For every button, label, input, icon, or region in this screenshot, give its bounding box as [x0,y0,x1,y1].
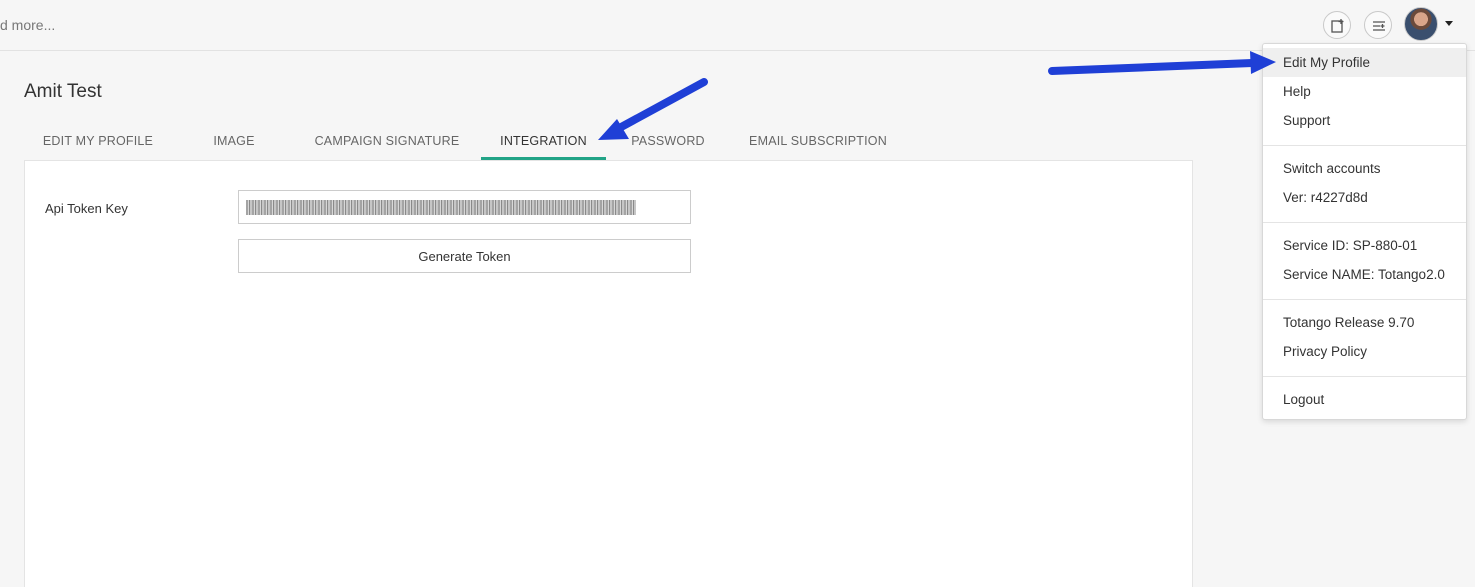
menu-divider [1263,376,1466,377]
page-title: Amit Test [24,81,102,102]
tab-email-subscription[interactable]: EMAIL SUBSCRIPTION [744,124,892,160]
arrow-to-edit-profile-menu [1048,51,1276,75]
menu-item-service-name: Service NAME: Totango2.0 [1283,267,1445,282]
integration-panel: Api Token Key Generate Token [24,160,1193,587]
api-token-label: Api Token Key [45,201,128,216]
tab-image[interactable]: IMAGE [186,124,282,160]
menu-item-release: Totango Release 9.70 [1283,315,1415,330]
menu-item-version: Ver: r4227d8d [1283,190,1368,205]
top-bar: d more... [0,0,1475,51]
tab-campaign-signature[interactable]: CAMPAIGN SIGNATURE [306,124,468,160]
api-token-field[interactable] [238,190,691,224]
add-note-icon [1331,19,1344,33]
generate-token-button[interactable]: Generate Token [238,239,691,273]
add-note-button[interactable] [1323,11,1351,39]
task-list-button[interactable] [1364,11,1392,39]
redacted-token [246,200,636,215]
menu-item-service-id: Service ID: SP-880-01 [1283,238,1418,253]
menu-item-privacy-policy[interactable]: Privacy Policy [1263,337,1466,366]
avatar[interactable] [1404,7,1438,41]
menu-item-switch-accounts[interactable]: Switch accounts [1263,154,1466,183]
menu-item-support[interactable]: Support [1263,106,1466,135]
menu-item-logout[interactable]: Logout [1263,385,1466,414]
menu-item-help[interactable]: Help [1263,77,1466,106]
tab-edit-my-profile[interactable]: EDIT MY PROFILE [24,124,172,160]
list-add-icon [1373,21,1385,31]
menu-divider [1263,299,1466,300]
tab-password[interactable]: PASSWORD [622,124,714,160]
menu-item-edit-profile[interactable]: Edit My Profile [1263,48,1466,77]
tab-integration[interactable]: INTEGRATION [481,124,606,160]
user-menu-dropdown: Edit My Profile Help Support Switch acco… [1262,43,1467,420]
search-input[interactable]: d more... [0,17,55,33]
chevron-down-icon[interactable] [1445,21,1453,26]
menu-divider [1263,145,1466,146]
menu-divider [1263,222,1466,223]
